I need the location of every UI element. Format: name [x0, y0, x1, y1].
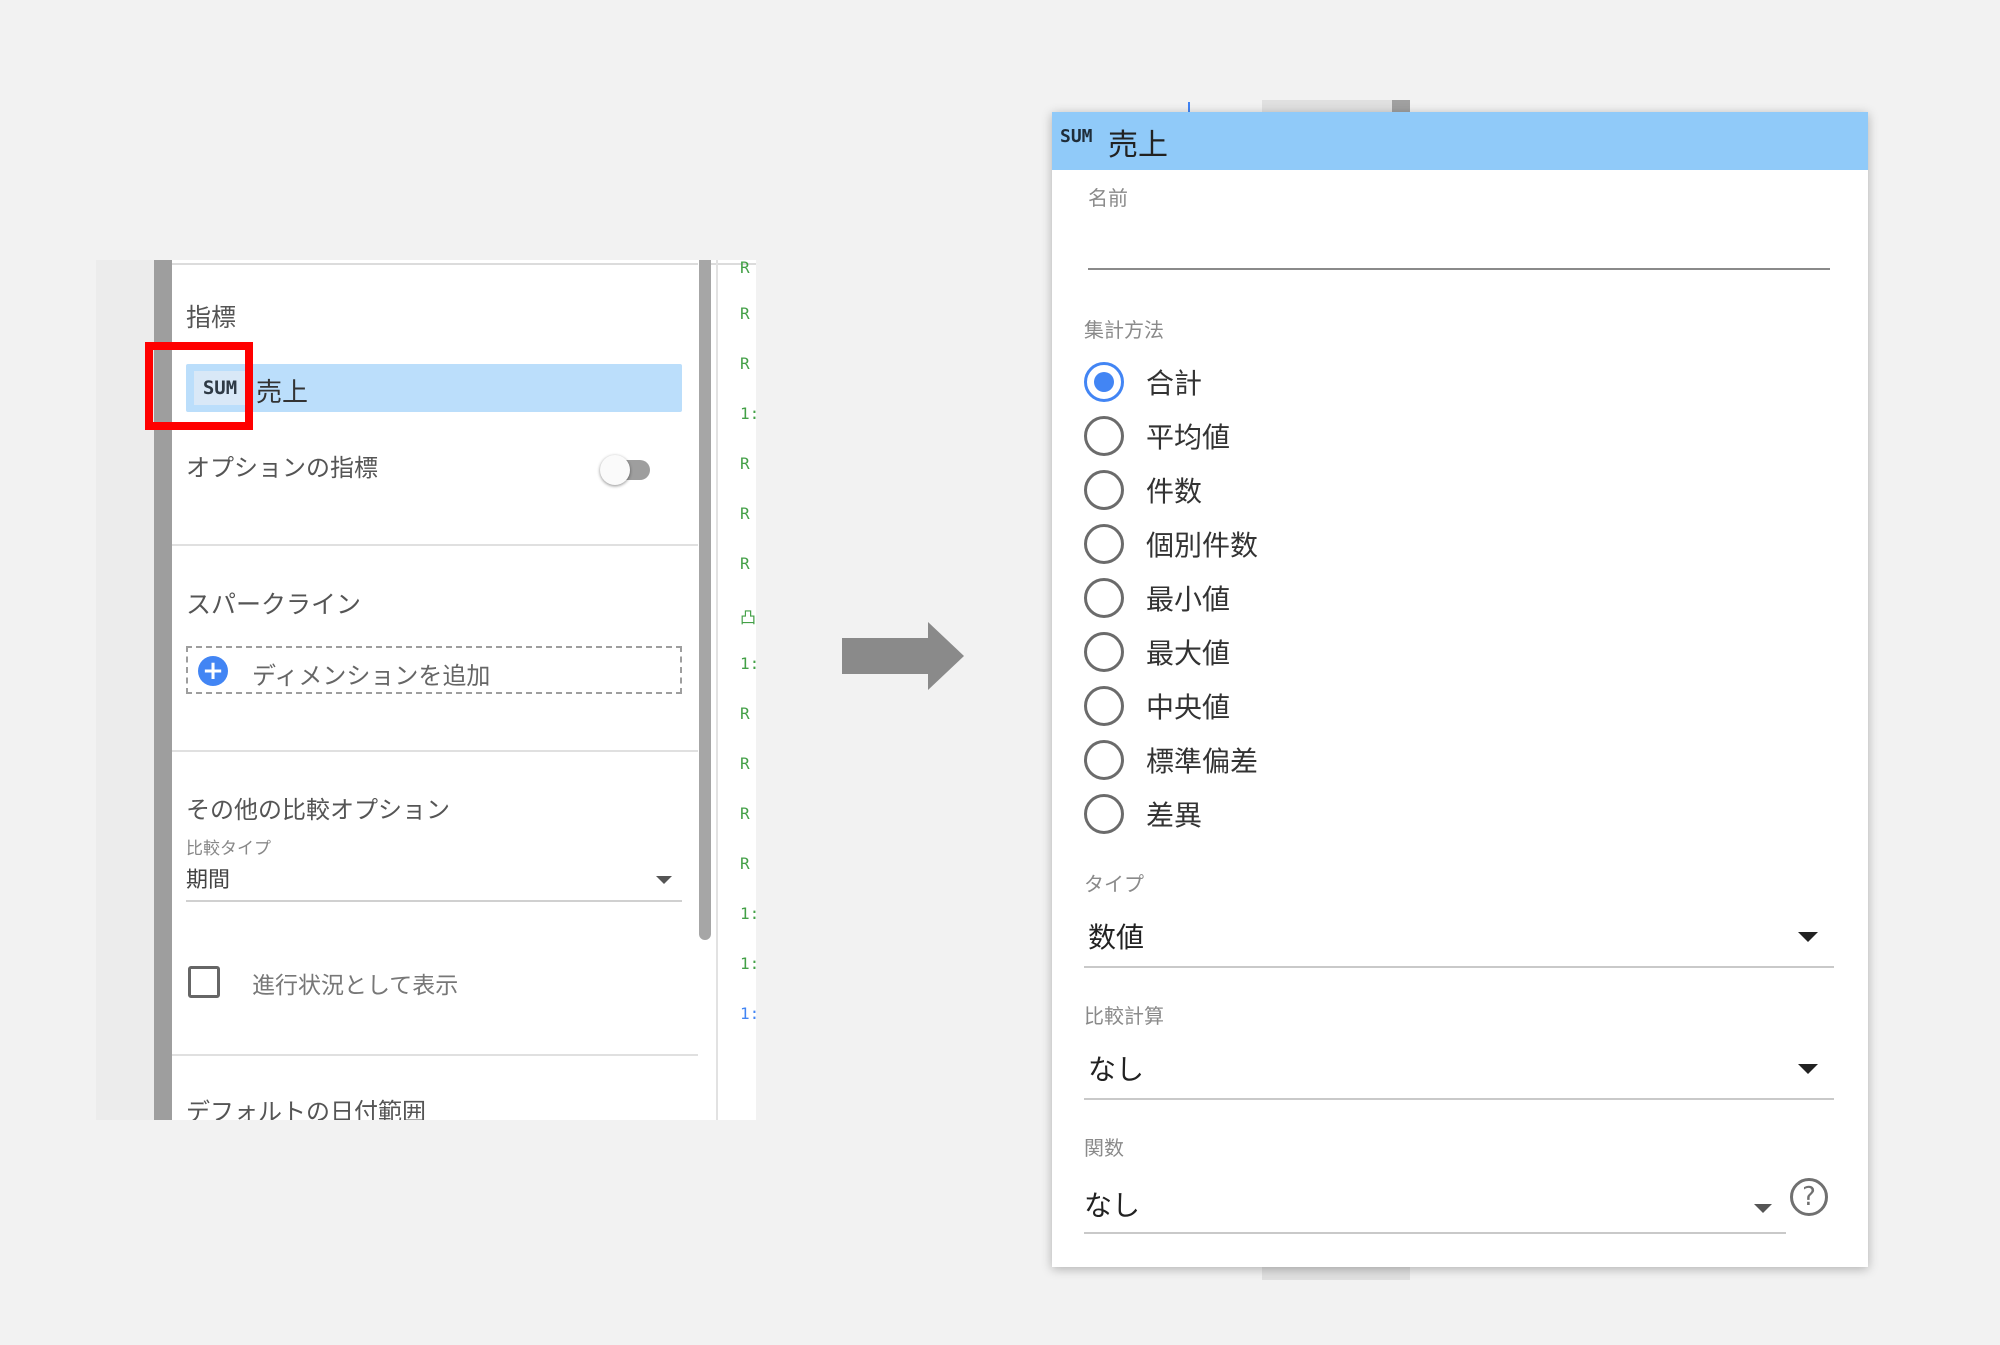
select-underline: [1084, 1232, 1786, 1234]
aggregation-option-label[interactable]: 最小値: [1146, 578, 1230, 618]
other-compare-options-title: その他の比較オプション: [186, 796, 450, 824]
canvas-glyph: R: [740, 504, 750, 523]
top-divider: [172, 263, 756, 265]
compare-type-label: 比較タイプ: [186, 839, 271, 859]
compare-type-value: 期間: [186, 868, 231, 893]
canvas-glyph: 1:: [740, 1004, 756, 1023]
canvas-glyph: R: [740, 304, 750, 323]
canvas-glyph: R: [740, 454, 750, 473]
metric-settings-dialog: SUM 売上 名前 集計方法 合計 平均値 件数 個別件数 最小値 最大値 中央…: [1052, 112, 1868, 1267]
add-dimension-label: ディメンションを追加: [252, 662, 491, 690]
function-label: 関数: [1084, 1136, 1124, 1160]
section-divider: [172, 544, 698, 546]
select-underline: [1084, 1098, 1834, 1100]
aggregation-radio-count[interactable]: [1084, 470, 1124, 510]
metric-chip-sales[interactable]: SUM 売上: [186, 364, 682, 412]
canvas-glyph: R: [740, 260, 750, 277]
progress-checkbox-label: 進行状況として表示: [252, 973, 459, 999]
chevron-down-icon: [656, 876, 672, 884]
aggregation-option-label[interactable]: 個別件数: [1146, 524, 1258, 564]
comparison-calc-label: 比較計算: [1084, 1004, 1164, 1028]
name-input-underline: [1088, 268, 1830, 270]
arrow-right-icon: [842, 638, 930, 674]
aggregation-label: 集計方法: [1084, 318, 1164, 342]
aggregation-option-label[interactable]: 件数: [1146, 470, 1202, 510]
aggregation-option-label[interactable]: 標準偏差: [1146, 740, 1258, 780]
panel-border: [716, 260, 718, 1120]
aggregation-option-label[interactable]: 合計: [1146, 362, 1202, 402]
select-underline: [1084, 966, 1834, 968]
aggregation-radio-variance[interactable]: [1084, 794, 1124, 834]
comparison-calc-value: なし: [1088, 1053, 1145, 1086]
metric-name[interactable]: 売上: [256, 372, 308, 409]
type-value: 数値: [1088, 921, 1145, 954]
highlight-box: [145, 342, 253, 430]
function-select[interactable]: なし: [1084, 1176, 1786, 1234]
sparkline-section-title: スパークライン: [186, 590, 362, 619]
chevron-down-icon: [1798, 1064, 1818, 1074]
canvas-glyph: R: [740, 804, 750, 823]
sum-aggregation-badge: SUM: [1060, 126, 1093, 147]
type-label: タイプ: [1084, 872, 1144, 896]
dialog-title: 売上: [1108, 128, 1168, 163]
canvas-glyph: 1:: [740, 904, 756, 923]
metrics-section-title: 指標: [186, 303, 237, 332]
aggregation-option-label[interactable]: 平均値: [1146, 416, 1230, 456]
section-divider: [172, 1054, 698, 1056]
canvas-glyph: 1:: [740, 654, 756, 673]
aggregation-radio-min[interactable]: [1084, 578, 1124, 618]
aggregation-option-label[interactable]: 最大値: [1146, 632, 1230, 672]
comparison-calc-select[interactable]: なし: [1084, 1044, 1834, 1100]
name-label: 名前: [1088, 186, 1128, 210]
canvas-glyph: R: [740, 554, 750, 573]
dialog-header: SUM 売上: [1052, 112, 1868, 170]
arrow-right-icon-head: [928, 622, 964, 690]
canvas-glyph: R: [740, 704, 750, 723]
toggle-knob[interactable]: [600, 455, 630, 485]
aggregation-radio-median[interactable]: [1084, 686, 1124, 726]
canvas-preview-strip: R R R 1: R R R 凸 1: R R R R 1: 1: 1:: [740, 260, 756, 1120]
aggregation-radio-average[interactable]: [1084, 416, 1124, 456]
type-select[interactable]: 数値: [1084, 912, 1834, 968]
aggregation-radio-max[interactable]: [1084, 632, 1124, 672]
plus-icon: +: [198, 656, 228, 686]
function-value: なし: [1084, 1189, 1141, 1222]
chevron-down-icon: [1798, 932, 1818, 942]
section-divider: [172, 750, 698, 752]
optional-metrics-label: オプションの指標: [186, 454, 378, 482]
canvas-glyph: 凸: [740, 608, 756, 627]
aggregation-radio-count-distinct[interactable]: [1084, 524, 1124, 564]
canvas-glyph: R: [740, 754, 750, 773]
help-icon[interactable]: ?: [1790, 1178, 1828, 1216]
scrollbar-thumb[interactable]: [699, 260, 711, 940]
default-date-range-title: デフォルトの日付範囲: [186, 1098, 426, 1120]
canvas-glyph: R: [740, 354, 750, 373]
aggregation-option-label[interactable]: 中央値: [1146, 686, 1230, 726]
canvas-glyph: R: [740, 854, 750, 873]
aggregation-radio-stddev[interactable]: [1084, 740, 1124, 780]
chevron-down-icon: [1754, 1204, 1772, 1213]
aggregation-option-label[interactable]: 差異: [1146, 794, 1202, 834]
compare-type-select[interactable]: 期間: [186, 860, 682, 902]
progress-checkbox[interactable]: [188, 966, 220, 998]
select-underline: [186, 900, 682, 902]
aggregation-radio-sum[interactable]: [1084, 362, 1124, 402]
canvas-glyph: 1:: [740, 404, 756, 423]
name-input[interactable]: [1088, 212, 1828, 260]
add-dimension-button[interactable]: + ディメンションを追加: [186, 646, 682, 694]
canvas-glyph: 1:: [740, 954, 756, 973]
